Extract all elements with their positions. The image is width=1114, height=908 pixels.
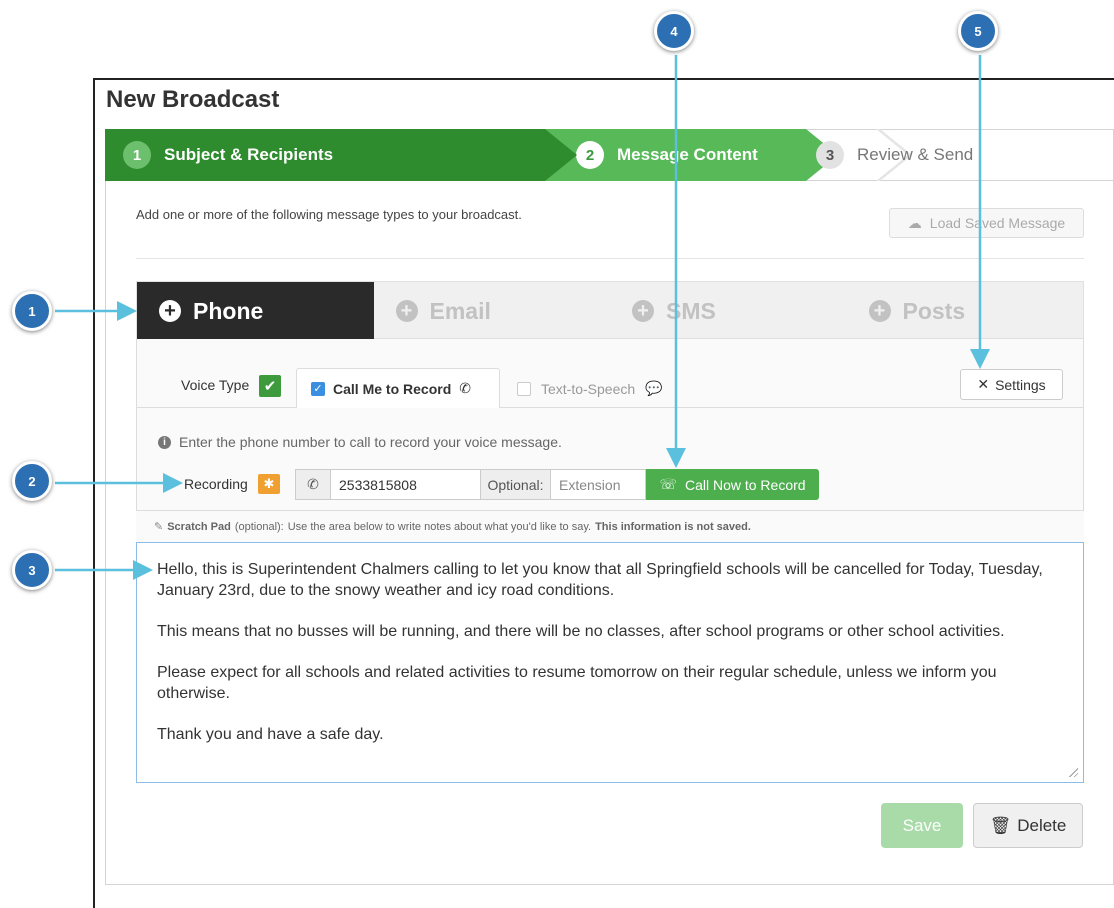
callout-1: 1	[12, 291, 52, 331]
callout-4: 4	[654, 11, 694, 51]
callout-2: 2	[12, 461, 52, 501]
callout-5: 5	[958, 11, 998, 51]
callout-3: 3	[12, 550, 52, 590]
annotation-arrows	[55, 55, 990, 580]
